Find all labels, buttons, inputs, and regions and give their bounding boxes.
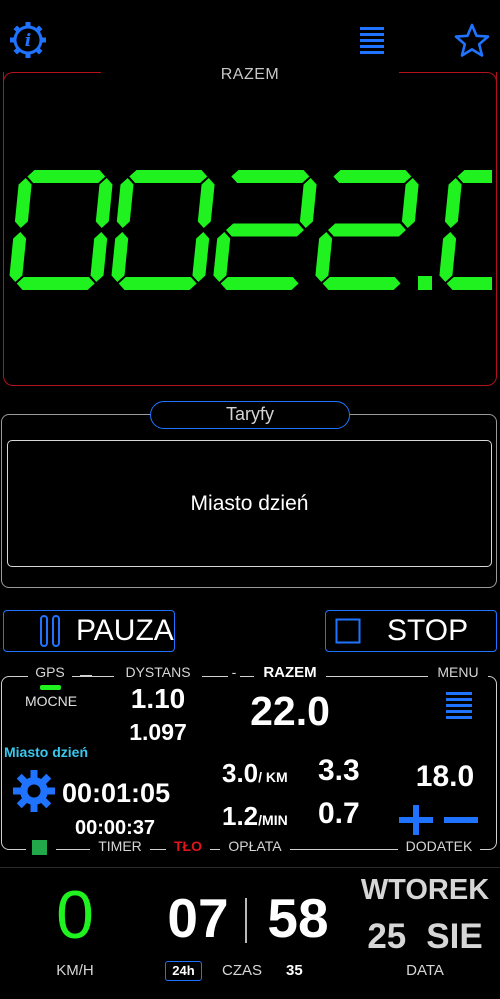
time-elapsed: 00:01:05 <box>62 778 171 808</box>
stop-label: STOP <box>387 614 469 647</box>
pause-icon <box>40 615 60 647</box>
divider <box>80 675 92 677</box>
speed-value: 0 <box>56 877 94 953</box>
clock-divider <box>245 898 247 943</box>
menu-label-wrap: MENU <box>428 664 488 684</box>
time-sub: 00:00:37 <box>75 817 156 839</box>
decimal-point <box>418 276 432 290</box>
distance-sub: 1.097 <box>129 719 187 745</box>
rate-min-total: 0.7 <box>318 797 360 830</box>
dash: - <box>231 664 237 680</box>
distance-main: 1.10 <box>130 683 186 714</box>
timer-label: TIMER <box>98 838 142 854</box>
star-icon[interactable] <box>453 22 491 58</box>
tariff-selected: Miasto dzień <box>190 491 309 515</box>
gps-signal-bar <box>40 685 61 690</box>
info-menu-icon[interactable] <box>444 690 474 722</box>
timer-indicator-wrap <box>26 838 56 858</box>
time-format-badge[interactable]: 24h <box>165 961 202 981</box>
pause-label: PAUZA <box>76 614 174 647</box>
bg-label-wrap[interactable]: TŁO <box>166 838 210 858</box>
stop-icon <box>335 618 361 644</box>
info-gear-icon[interactable]: i <box>8 20 48 60</box>
tariff-selector[interactable]: Miasto dzień <box>7 440 492 567</box>
rate-km: 3.0/ KM <box>222 758 288 788</box>
clock-seconds: 35 <box>286 962 303 979</box>
info-total-value: 22.0 <box>250 688 330 734</box>
rate-min: 1.2/MIN <box>222 801 288 831</box>
bg-label: TŁO <box>174 838 202 854</box>
extra-label: DODATEK <box>405 838 473 854</box>
minus-button[interactable] <box>443 804 479 836</box>
timer-indicator <box>32 840 47 855</box>
fee-label-wrap: OPŁATA <box>220 838 290 858</box>
extra-value: 18.0 <box>415 760 475 793</box>
menu-label: MENU <box>437 664 479 680</box>
distance-label: DYSTANS <box>125 664 191 680</box>
seven-segment-display <box>9 170 500 290</box>
info-total-label: RAZEM <box>263 664 317 681</box>
info-total-label-wrap: RAZEM <box>254 664 326 684</box>
clock-hour: 07 <box>167 887 229 949</box>
tariffs-label: Taryfy <box>150 401 350 429</box>
stop-button[interactable]: STOP <box>325 610 497 652</box>
gps-label-wrap: GPS <box>28 664 72 684</box>
gear-icon[interactable] <box>11 768 57 814</box>
extra-label-wrap: DODATEK <box>398 838 480 858</box>
time-label: CZAS <box>222 962 263 979</box>
gps-status: MOCNE <box>24 693 78 709</box>
rate-km-total: 3.3 <box>318 754 360 787</box>
date-label: DATA <box>406 962 444 979</box>
hamburger-icon[interactable] <box>358 26 386 56</box>
bottom-separator <box>0 867 500 868</box>
display-digit <box>213 170 317 290</box>
distance-label-wrap: DYSTANS <box>114 664 202 684</box>
display-digit <box>9 170 113 290</box>
display-digit <box>439 170 500 290</box>
info-tariff-name: Miasto dzień <box>4 744 89 760</box>
display-digit <box>315 170 419 290</box>
pause-button[interactable]: PAUZA <box>3 610 175 652</box>
total-label: RAZEM <box>220 66 280 83</box>
timer-label-wrap: TIMER <box>90 838 150 858</box>
speed-unit: KM/H <box>56 962 94 979</box>
svg-text:i: i <box>25 31 31 51</box>
clock-minute: 58 <box>267 887 329 949</box>
weekday: WTOREK <box>360 874 490 906</box>
plus-icon <box>399 805 433 835</box>
gps-label: GPS <box>35 664 65 680</box>
date-day-month: 25 SIE <box>367 917 483 956</box>
display-digit <box>111 170 215 290</box>
plus-button[interactable] <box>398 804 434 836</box>
total-display <box>8 170 500 295</box>
minus-icon <box>444 817 478 823</box>
fee-label: OPŁATA <box>228 838 282 854</box>
dash-wrap: - <box>228 664 240 684</box>
